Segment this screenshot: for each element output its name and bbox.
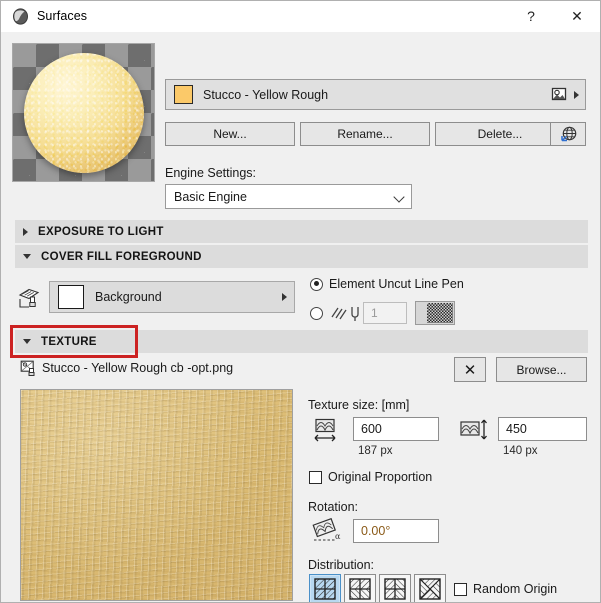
sphere-preview [12, 43, 155, 182]
image-picker-icon[interactable] [551, 87, 567, 102]
random-origin-label: Random Origin [473, 582, 558, 596]
svg-text:α: α [335, 532, 341, 541]
radio-element-uncut-line-pen[interactable]: Element Uncut Line Pen [310, 277, 464, 291]
texture-file-name: Stucco - Yellow Rough cb -opt.png [42, 361, 234, 375]
distribution-mirror-vertical-icon [349, 578, 371, 600]
section-texture[interactable]: TEXTURE [15, 330, 588, 353]
window-title: Surfaces [37, 9, 88, 23]
triangle-down-icon [23, 339, 31, 344]
section-texture-label: TEXTURE [41, 335, 97, 348]
distribution-label: Distribution: [308, 558, 374, 572]
section-cover-fill-label: COVER FILL FOREGROUND [41, 250, 202, 263]
radio-uncut-label: Element Uncut Line Pen [329, 277, 464, 291]
engine-settings-label: Engine Settings: [165, 166, 257, 180]
help-button[interactable]: ? [508, 1, 554, 32]
texture-width-input[interactable]: 600 [353, 417, 439, 441]
radio-custom-pen[interactable] [310, 304, 364, 323]
section-cover-fill-foreground[interactable]: COVER FILL FOREGROUND [15, 245, 588, 268]
surfaces-dialog: Surfaces ? ✕ Stucco - Yellow Rough New..… [0, 0, 601, 603]
radio-indicator [310, 307, 323, 320]
cover-fill-swatch [58, 285, 84, 309]
chevron-right-icon[interactable] [574, 90, 579, 99]
rename-button[interactable]: Rename... [300, 122, 430, 146]
triangle-right-icon [23, 227, 28, 236]
distribution-normal-icon [314, 578, 336, 600]
hatch-pen-icon [330, 304, 364, 323]
checkbox-indicator [454, 582, 467, 596]
checkbox-indicator [309, 470, 322, 484]
surfaces-sphere-icon [11, 7, 29, 25]
delete-button[interactable]: Delete... [435, 122, 565, 146]
rotation-label: Rotation: [308, 500, 359, 514]
preview-sphere [24, 53, 144, 173]
original-proportion-label: Original Proportion [328, 470, 433, 484]
distribution-mirror-horizontal-icon [384, 578, 406, 600]
distribution-normal-button[interactable] [309, 574, 341, 602]
globe-download-button[interactable] [550, 122, 586, 146]
random-origin-checkbox[interactable]: Random Origin [454, 582, 557, 596]
triangle-down-icon [23, 254, 31, 259]
chevron-right-icon[interactable] [282, 293, 287, 301]
chevron-down-icon [394, 191, 405, 202]
section-exposure-to-light[interactable]: EXPOSURE TO LIGHT [15, 220, 588, 243]
surface-name-field[interactable]: Stucco - Yellow Rough [165, 79, 586, 110]
texture-height-icon [459, 418, 491, 442]
surface-name-label: Stucco - Yellow Rough [203, 87, 329, 102]
texture-height-px: 140 px [503, 445, 538, 457]
fill-brush-icon [18, 287, 42, 309]
distribution-mirror-both-button[interactable] [414, 574, 446, 602]
radio-indicator [310, 277, 323, 291]
cover-fill-field[interactable]: Background [49, 281, 295, 313]
texture-rotation-icon: α [312, 518, 346, 544]
surface-color-swatch [174, 85, 193, 104]
texture-width-icon [312, 418, 340, 444]
title-bar: Surfaces ? ✕ [1, 1, 600, 32]
close-button[interactable]: ✕ [554, 1, 600, 32]
texture-image-icon [20, 360, 38, 377]
texture-width-px: 187 px [358, 445, 393, 457]
texture-height-input[interactable]: 450 [498, 417, 587, 441]
distribution-mirror-both-icon [419, 578, 441, 600]
checker-pattern-swatch [427, 303, 453, 323]
rotation-input[interactable]: 0.00° [353, 519, 439, 543]
original-proportion-checkbox[interactable]: Original Proportion [309, 470, 432, 484]
texture-preview-image[interactable] [20, 389, 293, 601]
texture-size-label: Texture size: [mm] [308, 398, 410, 412]
dialog-content: Stucco - Yellow Rough New... Rename... D… [1, 32, 600, 602]
engine-settings-value: Basic Engine [174, 189, 247, 204]
clear-texture-button[interactable]: ✕ [454, 357, 486, 382]
globe-download-icon [560, 126, 576, 141]
pen-color-swatch[interactable] [415, 301, 455, 325]
pen-number-input[interactable]: 1 [363, 302, 407, 324]
engine-settings-select[interactable]: Basic Engine [165, 184, 412, 209]
distribution-mirror-horizontal-button[interactable] [379, 574, 411, 602]
cover-fill-name: Background [95, 290, 162, 304]
new-button[interactable]: New... [165, 122, 295, 146]
distribution-mirror-vertical-button[interactable] [344, 574, 376, 602]
section-exposure-label: EXPOSURE TO LIGHT [38, 225, 164, 238]
browse-texture-button[interactable]: Browse... [496, 357, 587, 382]
